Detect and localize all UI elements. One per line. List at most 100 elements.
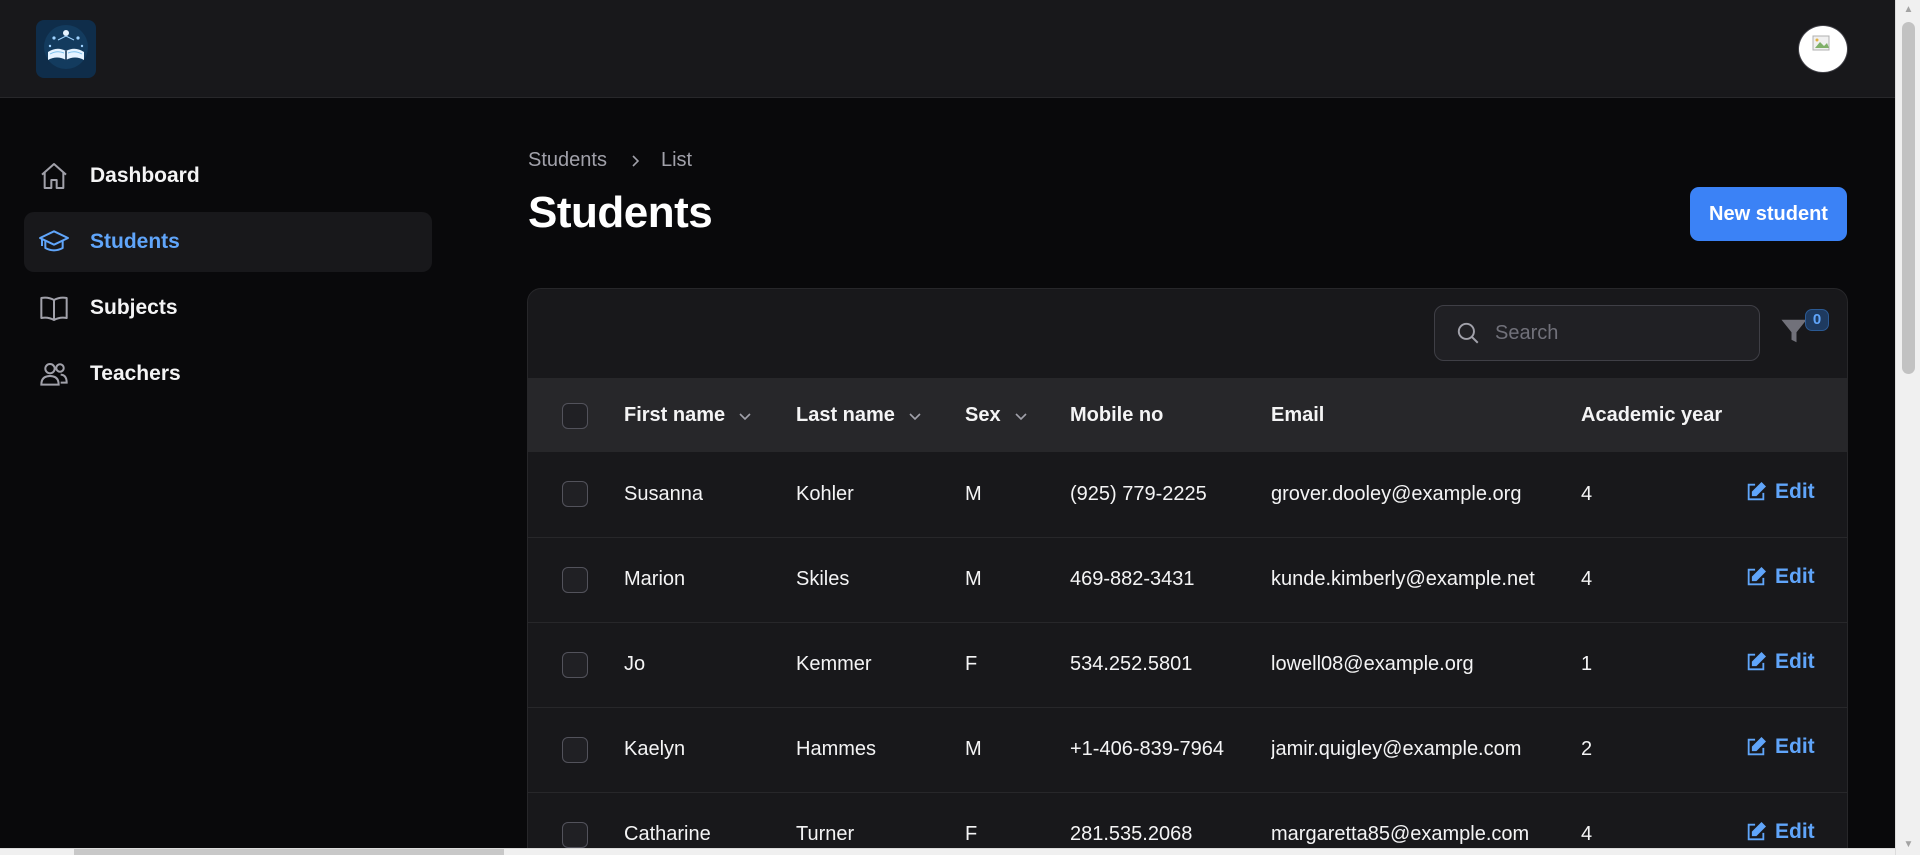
- cell-sex: M: [965, 482, 982, 505]
- cell-mobile: 469-882-3431: [1070, 568, 1195, 590]
- scroll-up-arrow-icon[interactable]: ▲: [1896, 0, 1920, 20]
- cell-email: lowell08@example.org: [1271, 653, 1474, 675]
- cell-sex: F: [965, 823, 978, 845]
- cell-academic-year: 4: [1581, 568, 1593, 590]
- sidebar-item-label: Dashboard: [90, 164, 200, 187]
- cell-academic-year: 4: [1581, 823, 1593, 845]
- sidebar-item-teachers[interactable]: Teachers: [24, 344, 432, 404]
- cell-sex: F: [965, 653, 978, 675]
- search-icon: [1455, 320, 1481, 346]
- cell-first-name: Catharine: [624, 823, 711, 845]
- cell-email: kunde.kimberly@example.net: [1271, 568, 1535, 590]
- students-table-card: 0 First name Last name: [527, 288, 1848, 855]
- top-bar: [0, 0, 1895, 98]
- column-header-actions: [1745, 379, 1847, 452]
- edit-button[interactable]: Edit: [1745, 480, 1815, 504]
- filter-icon: [1779, 319, 1809, 350]
- book-icon: [38, 292, 70, 324]
- column-label: First name: [624, 404, 726, 426]
- row-checkbox[interactable]: [562, 736, 588, 763]
- new-student-button[interactable]: New student: [1690, 187, 1847, 241]
- cell-last-name: Hammes: [796, 738, 877, 760]
- breadcrumb-root-link[interactable]: Students: [528, 149, 607, 172]
- cell-last-name: Kemmer: [796, 653, 872, 675]
- open-book-logo[interactable]: [36, 20, 96, 78]
- edit-label: Edit: [1775, 479, 1815, 503]
- table-toolbar: 0: [528, 289, 1847, 379]
- cell-sex: M: [965, 568, 982, 590]
- table-row[interactable]: Jo Kemmer F 534.252.5801 lowell08@exampl…: [528, 622, 1847, 707]
- sidebar-item-label: Teachers: [90, 362, 181, 385]
- cell-mobile: +1-406-839-7964: [1070, 738, 1225, 760]
- column-header-first-name[interactable]: First name: [624, 404, 753, 427]
- edit-label: Edit: [1775, 650, 1815, 673]
- sidebar-item-label: Students: [90, 230, 180, 253]
- edit-icon: [1747, 821, 1767, 841]
- user-avatar[interactable]: [1798, 25, 1848, 73]
- chevron-down-icon: [907, 408, 923, 424]
- cell-last-name: Kohler: [796, 482, 854, 505]
- breadcrumb-current: List: [660, 149, 693, 171]
- sidebar-item-label: Subjects: [90, 296, 178, 319]
- edit-button[interactable]: Edit: [1745, 735, 1815, 759]
- edit-button[interactable]: Edit: [1745, 820, 1815, 844]
- cell-first-name: Kaelyn: [624, 738, 686, 760]
- table-row[interactable]: Marion Skiles M 469-882-3431 kunde.kimbe…: [528, 537, 1847, 622]
- column-label: Last name: [796, 404, 895, 426]
- home-icon: [38, 160, 70, 192]
- edit-label: Edit: [1775, 735, 1815, 758]
- row-checkbox[interactable]: [562, 651, 588, 678]
- column-header-mobile: Mobile no: [1070, 404, 1164, 426]
- app-root: Dashboard Students Subjects Teachers Stu…: [0, 0, 1920, 855]
- column-header-sex[interactable]: Sex: [965, 404, 1029, 427]
- column-label: Sex: [965, 404, 1001, 426]
- cell-academic-year: 1: [1581, 653, 1593, 675]
- cell-first-name: Susanna: [624, 482, 703, 505]
- column-header-email: Email: [1271, 404, 1325, 426]
- cell-last-name: Turner: [796, 823, 855, 845]
- row-checkbox[interactable]: [562, 821, 588, 848]
- edit-icon: [1747, 566, 1767, 586]
- search-input[interactable]: [1495, 321, 1735, 345]
- edit-button[interactable]: Edit: [1745, 650, 1815, 674]
- vertical-scrollbar-thumb[interactable]: [1902, 22, 1915, 374]
- column-header-last-name[interactable]: Last name: [796, 404, 923, 427]
- chevron-down-icon: [1013, 408, 1029, 424]
- edit-label: Edit: [1775, 820, 1815, 843]
- cell-academic-year: 4: [1581, 482, 1593, 505]
- scroll-down-arrow-icon[interactable]: ▼: [1896, 835, 1920, 855]
- horizontal-scrollbar[interactable]: [0, 848, 1895, 855]
- row-checkbox[interactable]: [562, 566, 588, 593]
- page-title: Students: [528, 188, 713, 237]
- select-all-checkbox[interactable]: [562, 402, 588, 429]
- cell-email: margaretta85@example.com: [1271, 823, 1530, 845]
- horizontal-scrollbar-thumb[interactable]: [74, 849, 504, 855]
- cell-first-name: Jo: [624, 653, 646, 675]
- edit-icon: [1747, 651, 1767, 671]
- cell-mobile: 281.535.2068: [1070, 823, 1193, 845]
- table-row[interactable]: Catharine Turner F 281.535.2068 margaret…: [528, 792, 1847, 855]
- chevron-right-icon: [629, 154, 643, 168]
- table-row[interactable]: Kaelyn Hammes M +1-406-839-7964 jamir.qu…: [528, 707, 1847, 792]
- table-row[interactable]: Susanna Kohler M (925) 779-2225 grover.d…: [528, 452, 1847, 537]
- sidebar-item-students[interactable]: Students: [24, 212, 432, 272]
- edit-icon: [1747, 481, 1767, 500]
- edit-icon: [1747, 736, 1767, 756]
- users-icon: [38, 358, 70, 390]
- edit-button[interactable]: Edit: [1745, 565, 1815, 589]
- table-header-row: First name Last name Sex Mobile no Email…: [528, 379, 1847, 452]
- cell-mobile: 534.252.5801: [1070, 653, 1193, 675]
- cell-email: jamir.quigley@example.com: [1271, 738, 1522, 760]
- vertical-scrollbar[interactable]: ▲ ▼: [1895, 0, 1920, 855]
- column-header-academic-year: Academic year: [1581, 404, 1723, 426]
- cell-mobile: (925) 779-2225: [1070, 482, 1207, 505]
- sidebar-item-dashboard[interactable]: Dashboard: [24, 146, 432, 206]
- breadcrumb: Students List: [528, 149, 692, 172]
- cell-academic-year: 2: [1581, 738, 1593, 760]
- search-box[interactable]: [1434, 305, 1760, 361]
- sidebar-item-subjects[interactable]: Subjects: [24, 278, 432, 338]
- chevron-down-icon: [737, 408, 753, 424]
- row-checkbox[interactable]: [562, 481, 588, 508]
- filter-count-badge: 0: [1805, 309, 1829, 331]
- graduation-cap-icon: [38, 226, 70, 258]
